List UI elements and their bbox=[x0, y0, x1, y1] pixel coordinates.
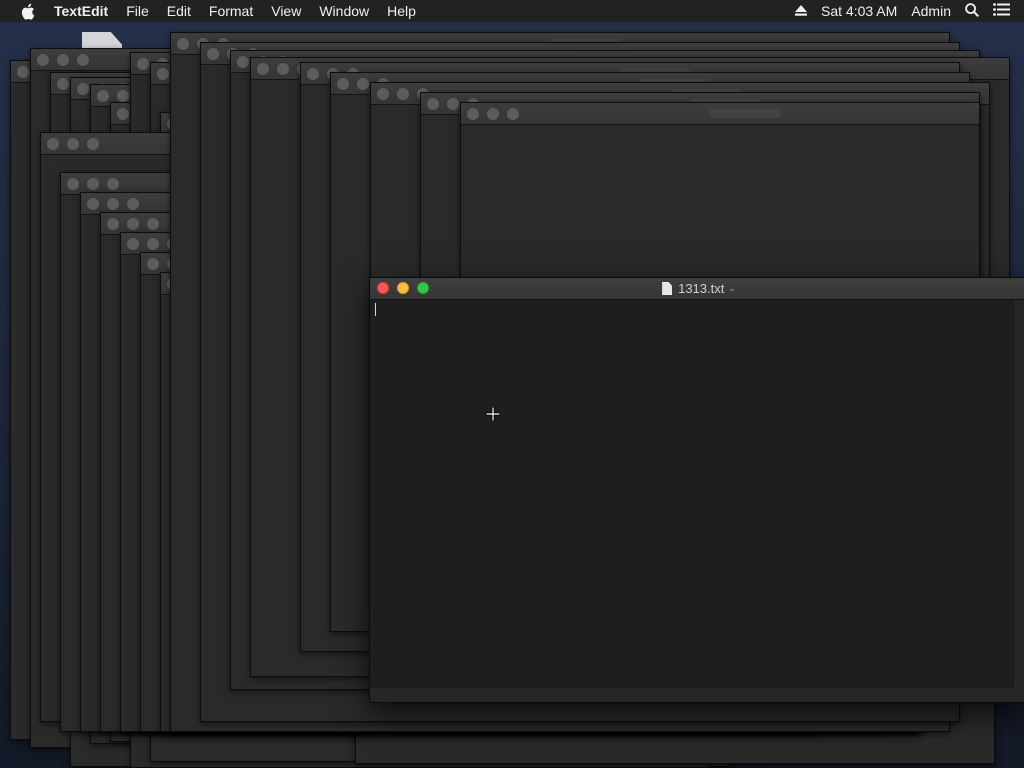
inactive-window-button[interactable] bbox=[447, 98, 459, 110]
inactive-window-button[interactable] bbox=[87, 198, 99, 210]
menu-window[interactable]: Window bbox=[310, 0, 378, 22]
eject-icon[interactable] bbox=[795, 3, 808, 19]
menu-edit[interactable]: Edit bbox=[158, 0, 200, 22]
inactive-window-button[interactable] bbox=[97, 90, 109, 102]
inactive-window-button[interactable] bbox=[77, 54, 89, 66]
inactive-window-button[interactable] bbox=[57, 54, 69, 66]
inactive-window-button[interactable] bbox=[377, 88, 389, 100]
background-window-title-ghost bbox=[710, 109, 780, 118]
menubar-clock[interactable]: Sat 4:03 AM bbox=[821, 3, 897, 19]
inactive-window-button[interactable] bbox=[157, 68, 169, 80]
inactive-window-button[interactable] bbox=[127, 238, 139, 250]
inactive-window-button[interactable] bbox=[467, 108, 479, 120]
crosshair-cursor-icon bbox=[486, 407, 500, 421]
inactive-window-button[interactable] bbox=[107, 218, 119, 230]
window-title-bar[interactable]: 1313.txt ⌄ bbox=[370, 278, 1024, 300]
menu-help[interactable]: Help bbox=[378, 0, 425, 22]
inactive-window-button[interactable] bbox=[87, 178, 99, 190]
inactive-window-button[interactable] bbox=[107, 198, 119, 210]
inactive-window-button[interactable] bbox=[67, 138, 79, 150]
inactive-window-button[interactable] bbox=[507, 108, 519, 120]
document-icon bbox=[662, 282, 673, 295]
inactive-window-button[interactable] bbox=[127, 218, 139, 230]
inactive-window-button[interactable] bbox=[207, 48, 219, 60]
inactive-window-button[interactable] bbox=[117, 90, 129, 102]
inactive-window-button[interactable] bbox=[397, 88, 409, 100]
menubar-user[interactable]: Admin bbox=[911, 3, 951, 19]
inactive-window-button[interactable] bbox=[77, 83, 89, 95]
window-title[interactable]: 1313.txt ⌄ bbox=[370, 278, 1024, 299]
inactive-window-button[interactable] bbox=[147, 238, 159, 250]
inactive-window-button[interactable] bbox=[127, 198, 139, 210]
inactive-window-button[interactable] bbox=[147, 218, 159, 230]
text-caret bbox=[375, 303, 376, 316]
apple-icon[interactable] bbox=[18, 2, 36, 20]
text-editor-area[interactable] bbox=[370, 300, 1014, 688]
background-window-title-bar[interactable] bbox=[461, 103, 979, 125]
inactive-window-button[interactable] bbox=[57, 78, 69, 90]
inactive-window-button[interactable] bbox=[427, 98, 439, 110]
inactive-window-button[interactable] bbox=[257, 63, 269, 75]
inactive-window-button[interactable] bbox=[117, 108, 129, 120]
window-title-text: 1313.txt bbox=[678, 281, 725, 296]
inactive-window-button[interactable] bbox=[487, 108, 499, 120]
inactive-window-button[interactable] bbox=[147, 258, 159, 270]
inactive-window-button[interactable] bbox=[337, 78, 349, 90]
notification-center-icon[interactable] bbox=[993, 3, 1010, 19]
inactive-window-button[interactable] bbox=[17, 66, 29, 78]
inactive-window-button[interactable] bbox=[87, 138, 99, 150]
inactive-window-button[interactable] bbox=[307, 68, 319, 80]
spotlight-search-icon[interactable] bbox=[965, 2, 980, 20]
inactive-window-button[interactable] bbox=[137, 58, 149, 70]
inactive-window-button[interactable] bbox=[47, 138, 59, 150]
menu-app-textedit[interactable]: TextEdit bbox=[48, 0, 117, 22]
title-chevron-icon[interactable]: ⌄ bbox=[728, 283, 736, 294]
menu-format[interactable]: Format bbox=[200, 0, 262, 22]
menu-bar: TextEdit File Edit Format View Window He… bbox=[0, 0, 1024, 22]
inactive-window-button[interactable] bbox=[357, 78, 369, 90]
inactive-window-button[interactable] bbox=[237, 56, 249, 68]
inactive-window-button[interactable] bbox=[177, 38, 189, 50]
inactive-window-button[interactable] bbox=[67, 178, 79, 190]
horizontal-scrollbar[interactable] bbox=[370, 687, 1014, 702]
inactive-window-button[interactable] bbox=[37, 54, 49, 66]
menu-file[interactable]: File bbox=[117, 0, 158, 22]
resize-corner[interactable] bbox=[1014, 688, 1024, 702]
textedit-window-1313[interactable]: 1313.txt ⌄ bbox=[369, 277, 1024, 703]
menu-view[interactable]: View bbox=[262, 0, 310, 22]
vertical-scrollbar[interactable] bbox=[1013, 300, 1024, 688]
inactive-window-button[interactable] bbox=[107, 178, 119, 190]
inactive-window-button[interactable] bbox=[277, 63, 289, 75]
